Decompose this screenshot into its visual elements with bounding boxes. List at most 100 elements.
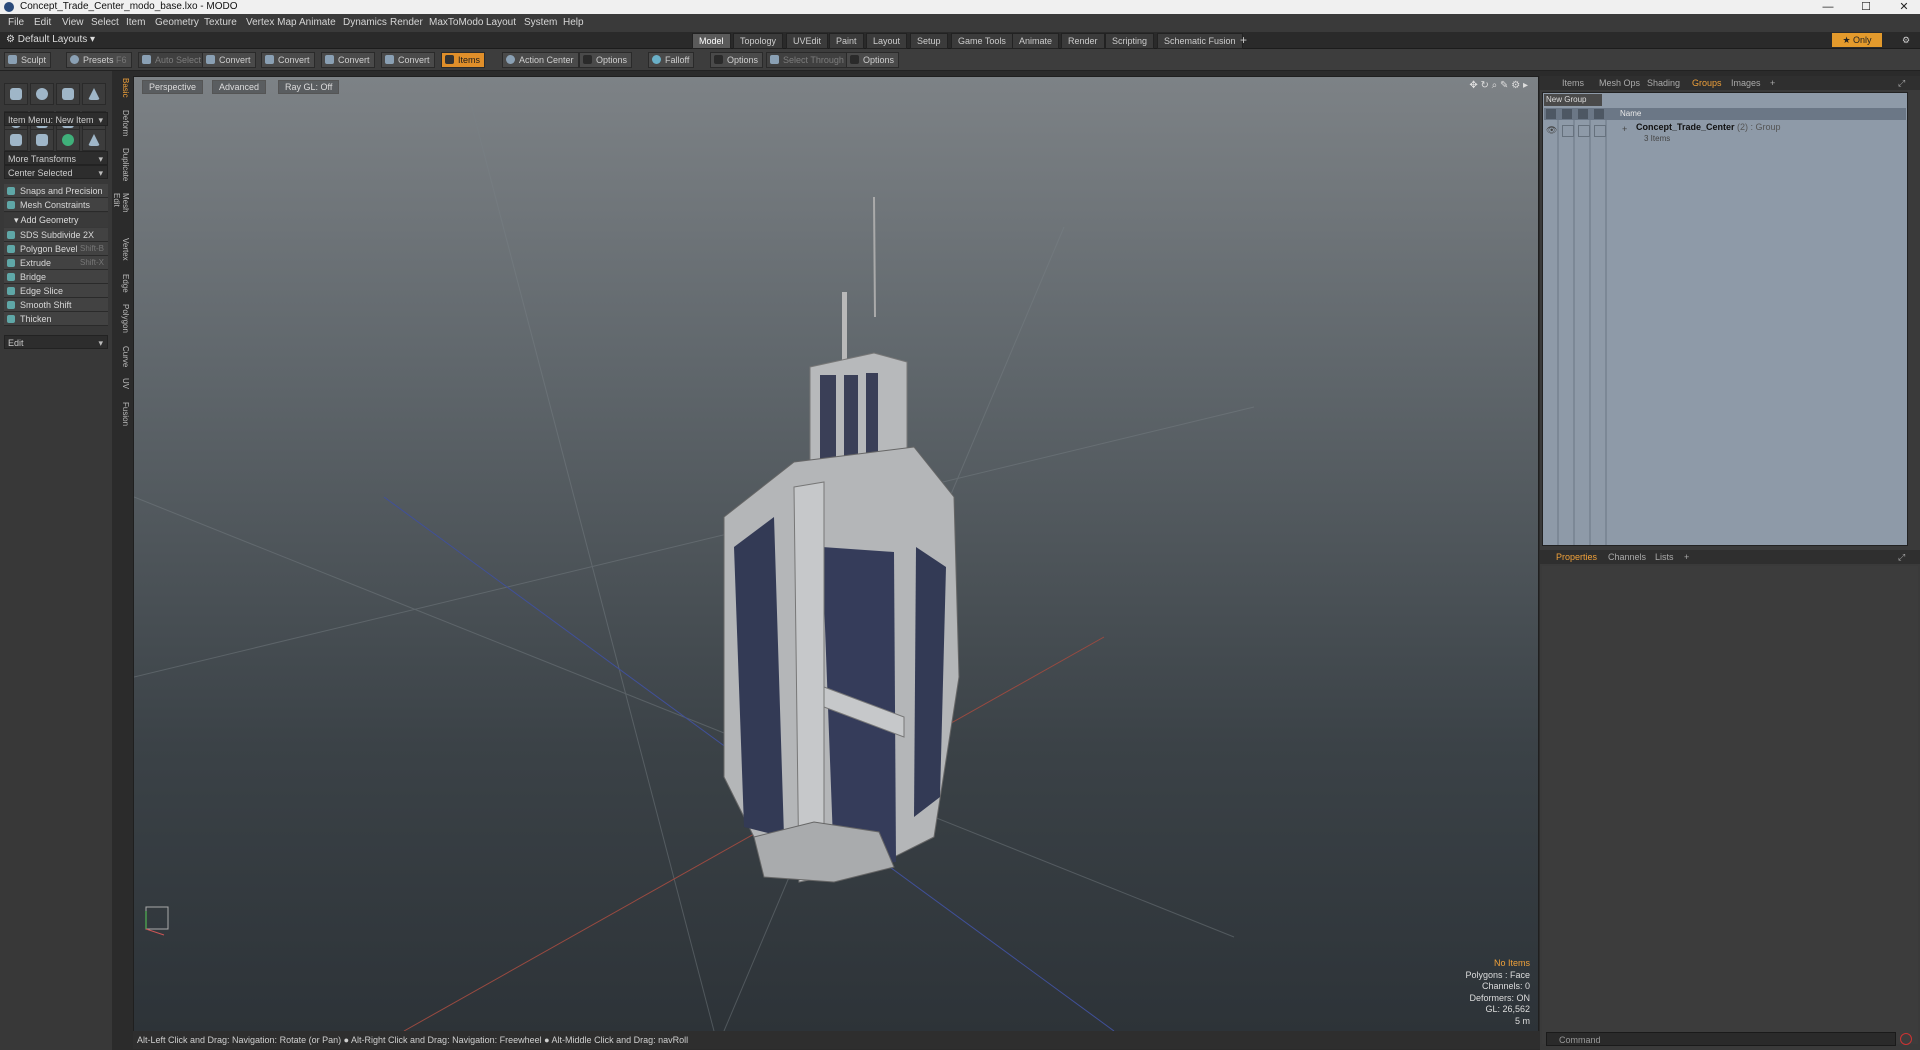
vtab-fusion[interactable]: Fusion	[116, 402, 130, 426]
menu-system[interactable]: System	[524, 14, 557, 32]
expand-panel-icon[interactable]: ⤢	[1894, 77, 1909, 90]
minimize-button[interactable]: —	[1814, 0, 1842, 14]
cone-tool-button[interactable]	[82, 83, 106, 105]
tab-mesh-ops[interactable]: Mesh Ops	[1595, 77, 1644, 90]
vtab-vertex[interactable]: Vertex	[116, 238, 130, 261]
thicken-button[interactable]: Thicken	[4, 312, 108, 326]
convert-polygons-button[interactable]: Convert	[321, 52, 375, 68]
vtab-edge[interactable]: Edge	[116, 274, 130, 293]
perspective-button[interactable]: Perspective	[142, 80, 204, 94]
name-column-header[interactable]: Name	[1620, 108, 1641, 120]
convert-vertices-button[interactable]: Convert	[202, 52, 256, 68]
menu-view[interactable]: View	[62, 14, 84, 32]
menu-help[interactable]: Help	[563, 14, 584, 32]
menu-vertex-map[interactable]: Vertex Map	[246, 14, 297, 32]
menu-geometry[interactable]: Geometry	[155, 14, 199, 32]
tab-groups[interactable]: Groups	[1688, 77, 1726, 90]
command-input[interactable]: Command	[1546, 1032, 1896, 1046]
add-panel-tab-button[interactable]: +	[1766, 77, 1779, 90]
tab-schematic-fusion[interactable]: Schematic Fusion	[1157, 33, 1243, 49]
add-prop-tab-button[interactable]: +	[1680, 551, 1693, 564]
tab-uvedit[interactable]: UVEdit	[786, 33, 829, 49]
convert-edges-button[interactable]: Convert	[261, 52, 315, 68]
extrude-button[interactable]: Extrude Shift-X	[4, 256, 108, 270]
menu-edit[interactable]: Edit	[34, 14, 51, 32]
menu-layout[interactable]: Layout	[486, 14, 516, 32]
select-through-button[interactable]: Select Through	[766, 52, 849, 68]
expand-panel-icon[interactable]: ⤢	[1894, 551, 1909, 564]
raygl-button[interactable]: Ray GL: Off	[278, 80, 340, 94]
vtab-uv[interactable]: UV	[116, 378, 130, 389]
items-mode-button[interactable]: Items	[441, 52, 486, 68]
vtab-basic[interactable]: Basic	[116, 78, 130, 98]
only-toggle[interactable]: ★ Only	[1832, 33, 1882, 47]
snaps-precision-button[interactable]: Snaps and Precision	[4, 184, 108, 198]
sculpt-button[interactable]: Sculpt	[4, 52, 52, 68]
add-tab-button[interactable]: +	[1234, 33, 1253, 47]
tab-animate[interactable]: Animate	[1012, 33, 1060, 49]
tab-items[interactable]: Items	[1558, 77, 1588, 90]
more-transforms-dropdown[interactable]: More Transforms	[4, 151, 108, 166]
maximize-button[interactable]: ☐	[1852, 0, 1880, 14]
tab-layout[interactable]: Layout	[866, 33, 908, 49]
presets-button[interactable]: Presets F6	[66, 52, 132, 68]
scale-tool-button[interactable]	[82, 129, 106, 151]
rotate-tool-button[interactable]	[56, 129, 80, 151]
default-layouts-dropdown[interactable]: ⚙ Default Layouts ▾	[6, 32, 95, 48]
menu-dynamics[interactable]: Dynamics	[343, 14, 387, 32]
transform-tool-button[interactable]	[4, 129, 28, 151]
tab-paint[interactable]: Paint	[829, 33, 864, 49]
edit-dropdown[interactable]: Edit	[4, 335, 108, 350]
tab-model[interactable]: Model	[692, 33, 731, 49]
cube-tool-button[interactable]	[4, 83, 28, 105]
close-button[interactable]: ✕	[1890, 0, 1918, 14]
tab-setup[interactable]: Setup	[910, 33, 948, 49]
tab-properties[interactable]: Properties	[1552, 551, 1601, 564]
command-history-icon[interactable]	[1900, 1033, 1912, 1045]
gear-icon[interactable]: ⚙	[1511, 80, 1520, 91]
polygon-bevel-button[interactable]: Polygon Bevel Shift-B	[4, 242, 108, 256]
sds-subdivide-button[interactable]: SDS Subdivide 2X	[4, 228, 108, 242]
vtab-mesh-edit[interactable]: Mesh Edit	[112, 193, 130, 213]
action-center-button[interactable]: Action Center	[502, 52, 579, 68]
menu-item[interactable]: Item	[126, 14, 145, 32]
center-selected-dropdown[interactable]: Center Selected	[4, 165, 108, 180]
vtab-duplicate[interactable]: Duplicate	[116, 148, 130, 181]
tab-topology[interactable]: Topology	[733, 33, 784, 49]
vtab-curve[interactable]: Curve	[116, 346, 130, 367]
grid-tool-button[interactable]	[30, 129, 54, 151]
item-menu-dropdown[interactable]: Item Menu: New Item	[4, 112, 108, 127]
edge-slice-button[interactable]: Edge Slice	[4, 284, 108, 298]
menu-animate[interactable]: Animate	[299, 14, 336, 32]
auto-select-button[interactable]: Auto Select	[138, 52, 207, 68]
add-geometry-header[interactable]: ▾ Add Geometry	[4, 213, 108, 227]
action-center-options-button[interactable]: Options	[579, 52, 633, 68]
convert-materials-button[interactable]: Convert	[381, 52, 435, 68]
mesh-constraints-button[interactable]: Mesh Constraints	[4, 198, 108, 212]
vtab-deform[interactable]: Deform	[116, 110, 130, 136]
gear-icon[interactable]: ⚙	[1896, 33, 1916, 47]
menu-select[interactable]: Select	[91, 14, 119, 32]
menu-maxtomodo[interactable]: MaxToModo	[429, 14, 483, 32]
tab-channels[interactable]: Channels	[1604, 551, 1650, 564]
smooth-shift-button[interactable]: Smooth Shift	[4, 298, 108, 312]
move-view-icon[interactable]: ✥	[1469, 80, 1477, 91]
advanced-button[interactable]: Advanced	[212, 80, 267, 94]
zoom-view-icon[interactable]: ⌕	[1492, 80, 1498, 91]
tab-images[interactable]: Images	[1727, 77, 1765, 90]
menu-texture[interactable]: Texture	[204, 14, 237, 32]
tab-shading[interactable]: Shading	[1643, 77, 1684, 90]
sphere-tool-button[interactable]	[30, 83, 54, 105]
bridge-button[interactable]: Bridge	[4, 270, 108, 284]
tab-game-tools[interactable]: Game Tools	[951, 33, 1013, 49]
tab-render[interactable]: Render	[1061, 33, 1105, 49]
expand-arrow-icon[interactable]: ▸	[1523, 80, 1528, 91]
rotate-view-icon[interactable]: ↻	[1480, 80, 1488, 91]
menu-file[interactable]: File	[8, 14, 24, 32]
tab-lists[interactable]: Lists	[1651, 551, 1678, 564]
vtab-polygon[interactable]: Polygon	[116, 304, 130, 333]
select-through-options-button[interactable]: Options	[846, 52, 900, 68]
expand-icon[interactable]: +	[1622, 124, 1627, 134]
falloff-options-button[interactable]: Options	[710, 52, 764, 68]
3d-viewport[interactable]: Perspective Advanced Ray GL: Off ✥ ↻ ⌕ ✎…	[133, 76, 1539, 1032]
